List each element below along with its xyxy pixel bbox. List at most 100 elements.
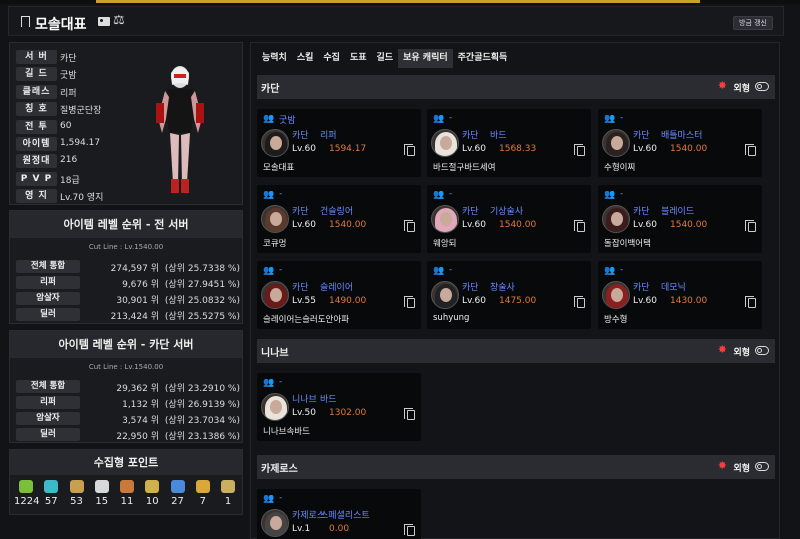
copy-icon[interactable] (404, 220, 415, 232)
tab-item[interactable]: 길드 (372, 49, 399, 68)
character-guild: - (279, 265, 283, 275)
tab-item[interactable]: 수집 (318, 49, 345, 68)
rank-all-panel: 아이템 레벨 순위 - 전 서버 Cut Line : Lv.1540.00 전… (9, 210, 243, 324)
character-server: 카단 (462, 283, 479, 293)
character-name: 코큐멍 (263, 239, 287, 249)
collection-item[interactable]: 10 (140, 480, 164, 507)
character-guild: 굿밤 (279, 116, 296, 126)
copy-icon[interactable] (574, 144, 585, 156)
island-soul-icon (44, 480, 59, 493)
character-card[interactable]: 👥 굿밤 카단 리퍼 Lv.60 1594.17 모솔대표 (257, 109, 421, 177)
character-item-level: 1540.00 (670, 144, 708, 154)
copy-icon[interactable] (745, 144, 756, 156)
copy-icon[interactable] (745, 220, 756, 232)
copy-icon[interactable] (574, 296, 585, 308)
collection-item[interactable]: 1 (216, 480, 240, 507)
character-card[interactable]: 👥 - 니나브 바드 Lv.50 1302.00 니나브속바드 (257, 373, 421, 441)
character-class: 슬레이어 (320, 283, 354, 293)
tab-item[interactable]: 주간골드획득 (453, 49, 513, 68)
character-level: Lv.50 (292, 408, 316, 418)
character-item-level: 0.00 (329, 524, 350, 534)
collection-item[interactable]: 15 (90, 480, 114, 507)
info-value: 굿밤 (60, 71, 77, 82)
character-guild: - (449, 265, 453, 275)
tab-item[interactable]: 도표 (345, 49, 372, 68)
avatar-face (270, 400, 282, 414)
character-guild: - (279, 189, 283, 199)
character-card[interactable]: 👥 - 카단 데모닉 Lv.60 1430.00 방수형 (598, 261, 762, 329)
page-header: 모솔대표 ⚖ 방금 갱신 (8, 6, 784, 36)
character-level: Lv.60 (462, 144, 486, 154)
copy-icon[interactable] (404, 296, 415, 308)
outfit-toggle[interactable] (755, 462, 769, 471)
collection-item[interactable]: 7 (191, 480, 215, 507)
character-server: 카단 (633, 131, 650, 141)
character-card[interactable]: 👥 - 카단 바드 Lv.60 1568.33 바드절구바드세여 (427, 109, 591, 177)
character-card[interactable]: 👥 - 카단 창술사 Lv.60 1475.00 suhyung (427, 261, 591, 329)
rank-percent: (상위 25.0832 %) (164, 296, 240, 306)
rank-percent: (상위 23.7034 %) (164, 416, 240, 426)
character-item-level: 1475.00 (499, 296, 537, 306)
rank-value: 22,950 위 (116, 432, 159, 442)
character-class: 데모닉 (661, 283, 686, 293)
character-avatar (602, 129, 630, 157)
character-name: 니나브속바드 (263, 427, 310, 437)
tab-item[interactable]: 스킬 (292, 49, 319, 68)
collection-item[interactable]: 27 (166, 480, 190, 507)
copy-icon[interactable] (404, 144, 415, 156)
character-card[interactable]: 👥 - 카단 건슬링어 Lv.60 1540.00 코큐멍 (257, 185, 421, 253)
id-card-icon[interactable] (98, 17, 110, 26)
info-label: 서 버 (16, 50, 57, 64)
copy-icon[interactable] (404, 524, 415, 536)
character-name: suhyung (433, 313, 470, 323)
character-guild: - (449, 189, 453, 199)
rank-category: 암살자 (16, 292, 80, 305)
rank-category: 리퍼 (16, 396, 80, 409)
character-level: Lv.60 (633, 220, 657, 230)
rank-value: 29,362 위 (116, 384, 159, 394)
character-level: Lv.1 (292, 524, 311, 534)
avatar-face (270, 212, 282, 226)
outfit-toggle[interactable] (755, 82, 769, 91)
character-card[interactable]: 👥 - 카제로스 스페셜리스트 Lv.1 0.00 (257, 489, 421, 539)
character-guild: - (620, 113, 624, 123)
character-name: 수형이찌 (604, 163, 636, 173)
guild-people-icon: 👥 (604, 266, 616, 276)
character-guild: - (279, 493, 283, 503)
rank-row: 리퍼 1,132 위 (상위 26.9139 %) (10, 395, 242, 411)
character-level: Lv.60 (633, 144, 657, 154)
guild-people-icon: 👥 (263, 494, 275, 504)
collection-item[interactable]: 11 (115, 480, 139, 507)
character-name: 방수형 (604, 315, 628, 325)
outfit-toggle[interactable] (755, 346, 769, 355)
copy-icon[interactable] (745, 296, 756, 308)
copy-icon[interactable] (574, 220, 585, 232)
server-section: 니나브 ✸ 외형 👥 - 니나브 바드 Lv.50 1302.00 니나브속바드 (257, 339, 775, 441)
collection-item[interactable]: 53 (65, 480, 89, 507)
character-card[interactable]: 👥 - 카단 기상술사 Lv.60 1540.00 웨앙되 (427, 185, 591, 253)
character-class: 창술사 (490, 283, 515, 293)
character-card[interactable]: 👥 - 카단 배틀마스터 Lv.60 1540.00 수형이찌 (598, 109, 762, 177)
rank-percent: (상위 25.5275 %) (164, 312, 240, 322)
guild-people-icon: 👥 (433, 190, 445, 200)
character-card[interactable]: 👥 - 카단 슬레이어 Lv.55 1490.00 슬레이어는슬러도안아파 (257, 261, 421, 329)
copy-icon[interactable] (404, 408, 415, 420)
rank-percent: (상위 23.1386 %) (164, 432, 240, 442)
character-item-level: 1540.00 (329, 220, 367, 230)
tab-item[interactable]: 능력치 (257, 49, 292, 68)
character-info-panel: 서 버 카단 길 드 굿밤 클래스 리퍼 칭 호 질병군단장 전 투 60 아이템 1,594.17 원… (9, 42, 243, 205)
guild-people-icon: 👥 (433, 114, 445, 124)
character-avatar (431, 205, 459, 233)
refresh-button[interactable]: 방금 갱신 (733, 16, 773, 30)
bookmark-icon[interactable] (21, 16, 30, 27)
avatar-face (611, 212, 623, 226)
collection-item[interactable]: 1224 (14, 480, 39, 507)
character-name: 바드절구바드세여 (433, 163, 496, 173)
rank-category: 암살자 (16, 412, 80, 425)
tab-item[interactable]: 보유 캐릭터 (398, 49, 453, 68)
collection-item[interactable]: 57 (39, 480, 63, 507)
scale-icon[interactable]: ⚖ (113, 13, 125, 28)
character-card[interactable]: 👥 - 카단 블레이드 Lv.60 1540.00 돌잡이백어택 (598, 185, 762, 253)
character-item-level: 1430.00 (670, 296, 708, 306)
avatar-face (440, 288, 452, 302)
